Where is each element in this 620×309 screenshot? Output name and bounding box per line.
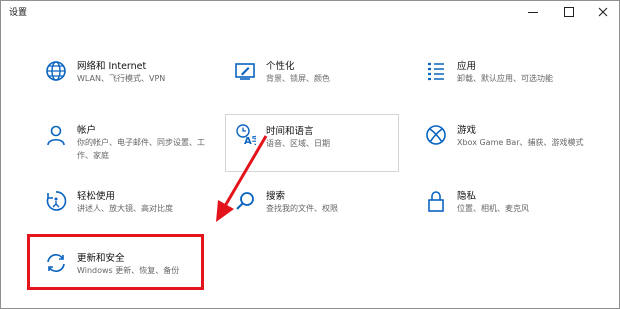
annotation-arrow: [216, 135, 268, 222]
